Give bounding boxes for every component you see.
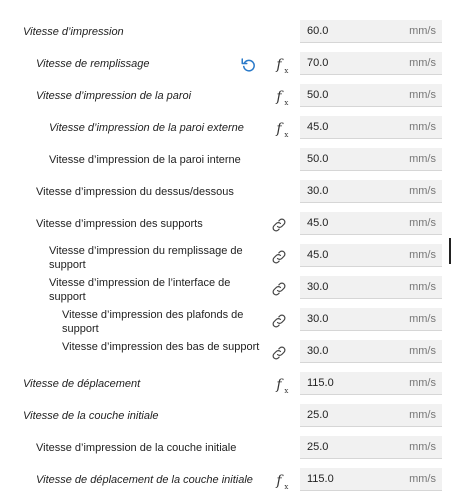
setting-label: Vitesse de déplacement de la couche init… [36,474,253,486]
setting-value[interactable]: 45.0 [307,217,328,229]
setting-unit: mm/s [409,89,436,101]
setting-unit: mm/s [409,281,436,293]
setting-row: Vitesse d’impression du dessus/dessous 30… [0,180,452,208]
function-icon[interactable]: fx [268,471,290,491]
setting-value-field[interactable]: 45.0 mm/s [300,212,442,235]
setting-value[interactable]: 30.0 [307,185,328,197]
setting-value[interactable]: 30.0 [307,281,328,293]
setting-row: Vitesse d’impression des plafonds de sup… [0,308,452,336]
setting-label: Vitesse de la couche initiale [23,410,159,422]
setting-label: Vitesse d’impression de la couche initia… [36,442,237,454]
function-icon[interactable]: fx [268,375,290,395]
link-icon[interactable] [268,215,290,235]
setting-value[interactable]: 115.0 [307,377,334,389]
setting-value[interactable]: 50.0 [307,89,328,101]
setting-unit: mm/s [409,249,436,261]
setting-value-field[interactable]: 60.0 mm/s [300,20,442,43]
setting-value[interactable]: 30.0 [307,345,328,357]
scrollbar[interactable] [449,238,451,264]
setting-row: Vitesse d’impression 60.0 mm/s [0,20,452,48]
setting-value[interactable]: 70.0 [307,57,328,69]
function-icon[interactable]: fx [268,119,290,139]
setting-row: Vitesse de remplissage f x 70.0 mm/s [0,52,452,80]
link-icon[interactable] [268,247,290,267]
setting-row: Vitesse d’impression de la paroi interne… [0,148,452,176]
setting-unit: mm/s [409,377,436,389]
setting-value-field[interactable]: 50.0 mm/s [300,84,442,107]
setting-unit: mm/s [409,217,436,229]
setting-unit: mm/s [409,313,436,325]
setting-label: Vitesse d’impression des bas de support [62,341,260,353]
setting-label: Vitesse de déplacement [23,378,141,390]
setting-unit: mm/s [409,345,436,357]
setting-label: Vitesse d’impression de la paroi externe [49,122,244,134]
setting-value-field[interactable]: 30.0 mm/s [300,340,442,363]
setting-value-field[interactable]: 30.0 mm/s [300,180,442,203]
setting-value-field[interactable]: 115.0 mm/s [300,372,442,395]
setting-unit: mm/s [409,25,436,37]
setting-value-field[interactable]: 50.0 mm/s [300,148,442,171]
setting-row: Vitesse de déplacement f x 115.0 mm/s [0,372,452,400]
setting-unit: mm/s [409,153,436,165]
setting-label: Vitesse d’impression de la paroi interne [49,154,241,166]
setting-value-field[interactable]: 70.0 mm/s [300,52,442,75]
setting-value-field[interactable]: 25.0 mm/s [300,404,442,427]
setting-value[interactable]: 30.0 [307,313,328,325]
setting-unit: mm/s [409,121,436,133]
setting-unit: mm/s [409,409,436,421]
setting-label: Vitesse d’impression des supports [36,218,203,230]
setting-value-field[interactable]: 25.0 mm/s [300,436,442,459]
function-icon[interactable]: fx [268,87,290,107]
link-icon[interactable] [268,279,290,299]
setting-row: Vitesse de déplacement de la couche init… [0,468,452,496]
setting-label: Vitesse d’impression des plafonds de sup… [62,309,244,335]
setting-label: Vitesse d’impression de la paroi [36,90,192,102]
setting-value[interactable]: 115.0 [307,473,334,485]
setting-value[interactable]: 45.0 [307,249,328,261]
setting-label: Vitesse d’impression du remplissage de s… [49,245,243,271]
link-icon[interactable] [268,343,290,363]
setting-row: Vitesse d’impression des supports 45.0 mm/… [0,212,452,240]
setting-label: Vitesse d’impression de l’interface de s… [49,277,231,303]
setting-value[interactable]: 25.0 [307,441,328,453]
setting-value-field[interactable]: 30.0 mm/s [300,308,442,331]
setting-value[interactable]: 45.0 [307,121,328,133]
setting-value[interactable]: 25.0 [307,409,328,421]
print-speed-settings-panel: Vitesse d’impression 60.0 mm/s Vitesse de r… [0,0,452,501]
setting-row: Vitesse d’impression du remplissage de s… [0,244,452,272]
setting-unit: mm/s [409,473,436,485]
setting-value[interactable]: 60.0 [307,25,328,37]
setting-row: Vitesse d’impression des bas de support 3… [0,340,452,368]
setting-value-field[interactable]: 45.0 mm/s [300,244,442,267]
setting-row: Vitesse d’impression de la paroi f x 50.0 mm… [0,84,452,112]
setting-value-field[interactable]: 30.0 mm/s [300,276,442,299]
setting-row: Vitesse d’impression de la paroi externe… [0,116,452,144]
setting-row: Vitesse de la couche initiale 25.0 mm/s [0,404,452,432]
setting-label: Vitesse de remplissage [36,58,150,70]
link-icon[interactable] [268,311,290,331]
setting-row: Vitesse d’impression de l’interface de s… [0,276,452,304]
reset-icon[interactable] [238,55,260,75]
setting-unit: mm/s [409,185,436,197]
setting-value[interactable]: 50.0 [307,153,328,165]
setting-unit: mm/s [409,57,436,69]
setting-value-field[interactable]: 115.0 mm/s [300,468,442,491]
setting-label: Vitesse d’impression du dessus/dessous [36,186,234,198]
setting-label: Vitesse d’impression [23,26,124,38]
setting-value-field[interactable]: 45.0 mm/s [300,116,442,139]
setting-row: Vitesse d’impression de la couche initia… [0,436,452,464]
function-icon[interactable]: fx [268,55,290,75]
setting-unit: mm/s [409,441,436,453]
